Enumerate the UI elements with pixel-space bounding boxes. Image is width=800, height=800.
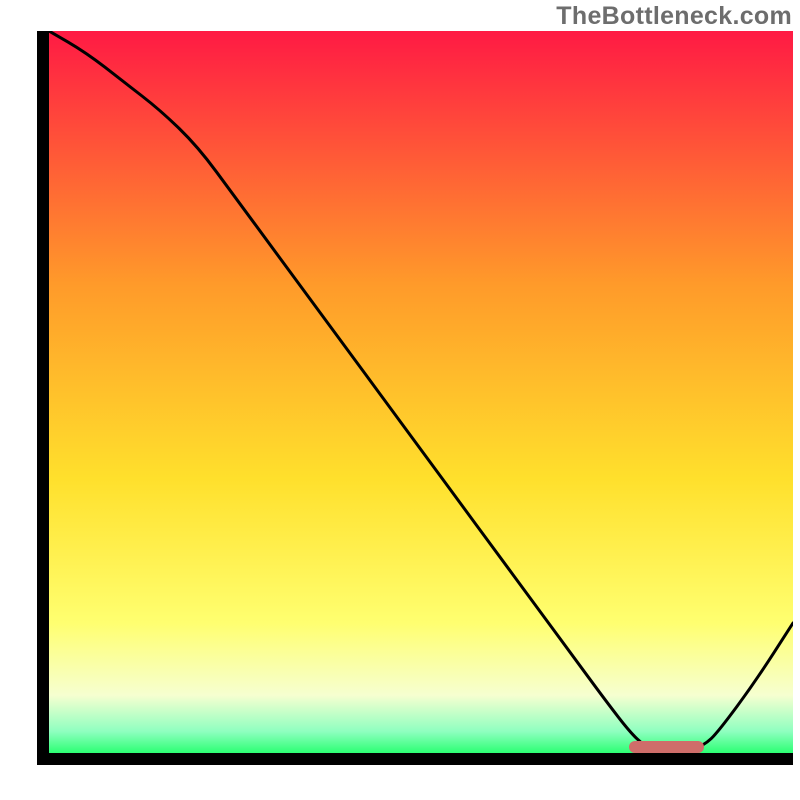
optimal-range-marker bbox=[629, 741, 703, 753]
watermark-text: TheBottleneck.com bbox=[556, 2, 792, 31]
plot-background bbox=[49, 31, 793, 753]
y-axis bbox=[37, 31, 49, 763]
bottleneck-plot bbox=[49, 31, 793, 753]
x-axis bbox=[37, 753, 793, 765]
